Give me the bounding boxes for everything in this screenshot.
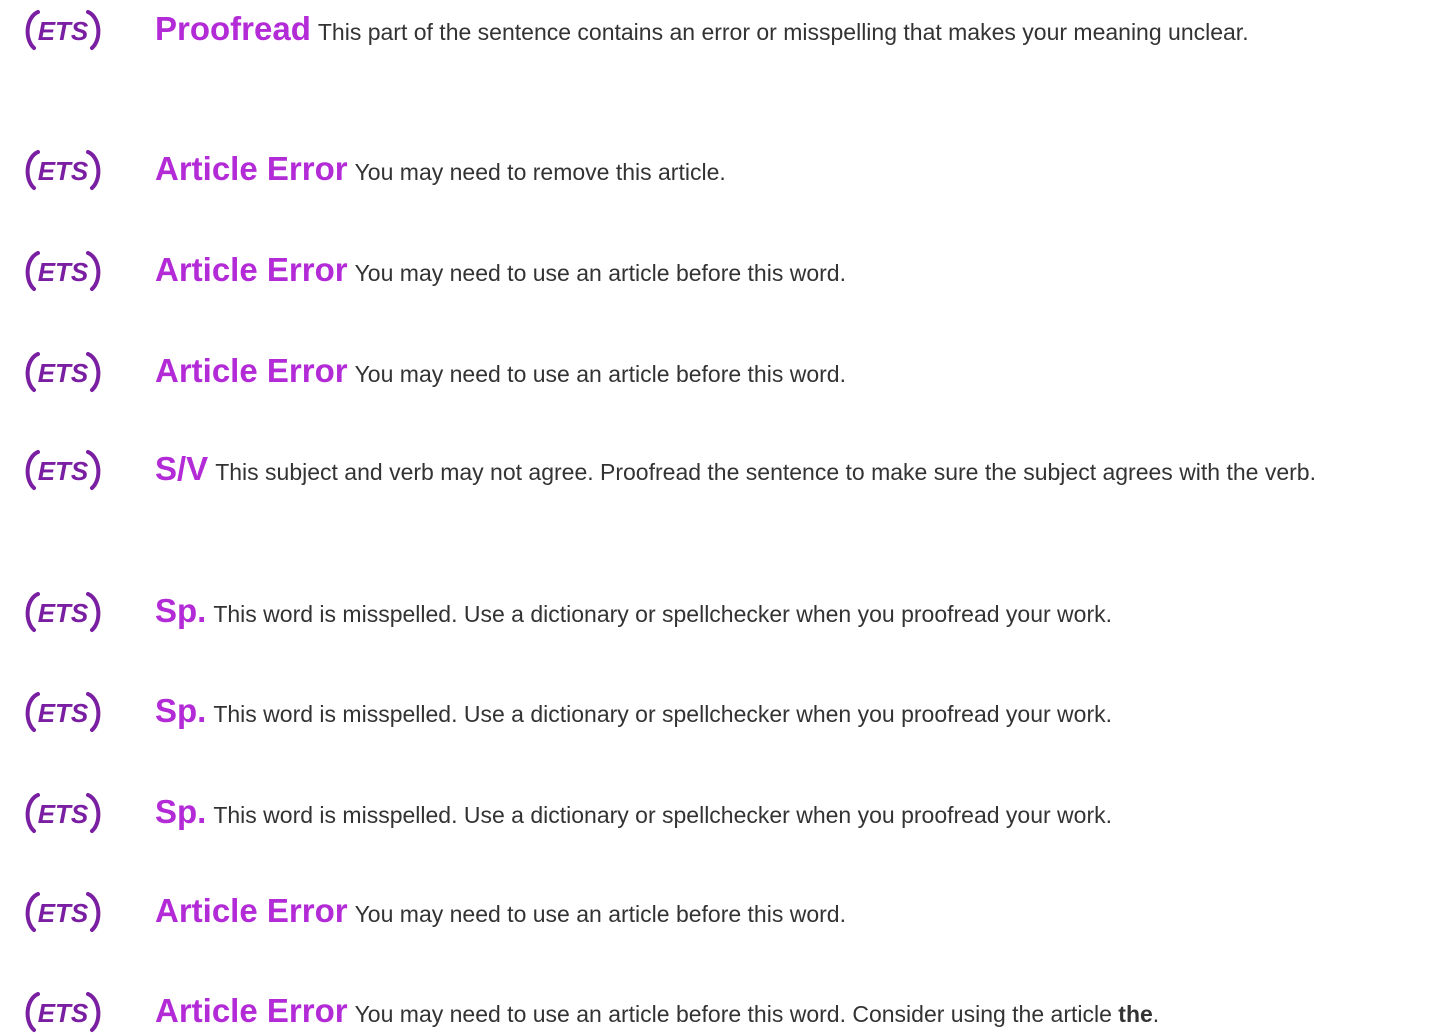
ets-logo-icon: ETS (25, 150, 101, 190)
ets-logo-text: ETS (38, 16, 89, 46)
ets-logo-text: ETS (38, 598, 89, 628)
ets-logo-text: ETS (38, 898, 89, 928)
feedback-message: This subject and verb may not agree. Pro… (215, 459, 1316, 485)
ets-logo-icon: ETS (25, 10, 101, 50)
feedback-text: Sp. This word is misspelled. Use a dictio… (155, 590, 1456, 635)
feedback-title: Article Error (155, 352, 348, 389)
feedback-message: This word is misspelled. Use a dictionar… (213, 601, 1113, 627)
ets-logo-icon: ETS (25, 450, 101, 490)
ets-logo-icon: ETS (25, 892, 101, 932)
feedback-title: S/V (155, 450, 209, 487)
feedback-text: Article Error You may need to use an arti… (155, 350, 1456, 395)
feedback-message: You may need to use an article before th… (354, 361, 846, 387)
feedback-emphasis: the (1118, 1001, 1153, 1027)
feedback-suffix: . (1152, 1001, 1160, 1027)
ets-logo-icon: ETS (25, 251, 101, 291)
ets-logo-icon: ETS (25, 352, 101, 392)
ets-logo-text: ETS (38, 998, 89, 1028)
feedback-text: Article Error You may need to use an arti… (155, 990, 1456, 1035)
ets-logo-icon: ETS (25, 992, 101, 1032)
feedback-message: This part of the sentence contains an er… (317, 19, 1249, 45)
feedback-message: You may need to use an article before th… (354, 901, 846, 927)
feedback-title: Article Error (155, 892, 348, 929)
ets-logo-text: ETS (38, 799, 89, 829)
feedback-text: Sp. This word is misspelled. Use a dictio… (155, 690, 1456, 735)
feedback-title: Proofread (155, 10, 311, 47)
feedback-message: This word is misspelled. Use a dictionar… (213, 802, 1113, 828)
ets-logo-text: ETS (38, 156, 89, 186)
ets-logo-text: ETS (38, 358, 89, 388)
ets-logo-icon: ETS (25, 793, 101, 833)
feedback-title: Sp. (155, 692, 207, 729)
feedback-title: Sp. (155, 592, 207, 629)
feedback-message: You may need to use an article before th… (354, 260, 846, 286)
ets-logo-icon: ETS (25, 592, 101, 632)
feedback-title: Article Error (155, 992, 348, 1029)
ets-logo-text: ETS (38, 698, 89, 728)
feedback-text: Article Error You may need to use an arti… (155, 249, 1456, 294)
ets-logo-text: ETS (38, 456, 89, 486)
feedback-message: This word is misspelled. Use a dictionar… (213, 701, 1113, 727)
feedback-text: Sp. This word is misspelled. Use a dictio… (155, 791, 1456, 836)
feedback-title: Sp. (155, 793, 207, 830)
ets-logo-text: ETS (38, 257, 89, 287)
feedback-message: You may need to remove this article. (354, 159, 726, 185)
feedback-message: You may need to use an article before th… (354, 1001, 1112, 1027)
feedback-text: Article Error You may need to use an arti… (155, 890, 1456, 935)
feedback-text: Article Error You may need to remove this… (155, 148, 1456, 193)
feedback-text: Proofread This part of the sentence conta… (155, 8, 1456, 53)
ets-logo-icon: ETS (25, 692, 101, 732)
feedback-title: Article Error (155, 150, 348, 187)
feedback-title: Article Error (155, 251, 348, 288)
feedback-text: S/V This subject and verb may not agree. … (155, 448, 1456, 493)
